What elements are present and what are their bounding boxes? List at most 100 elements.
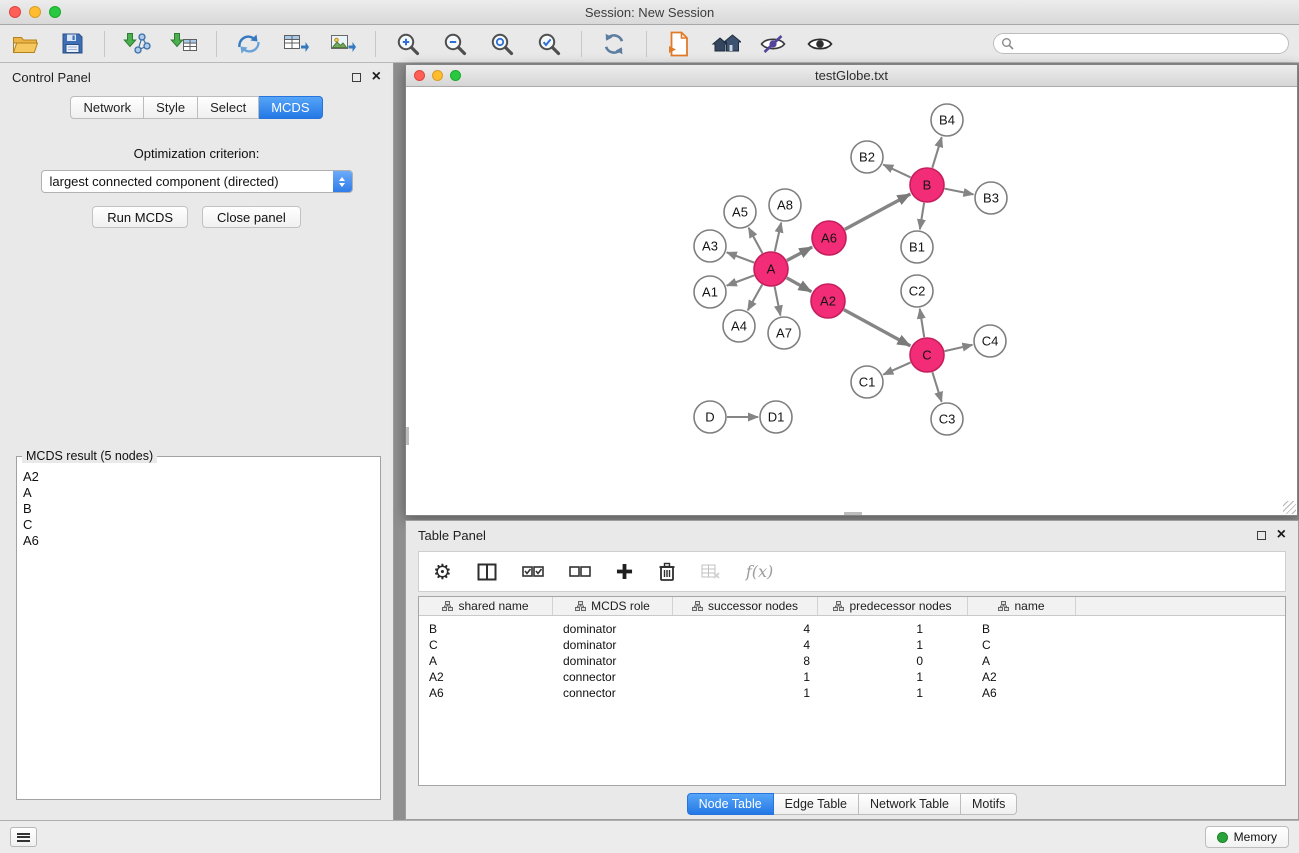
close-panel-button[interactable]: Close panel <box>202 206 301 228</box>
float-table-panel-icon[interactable] <box>1257 531 1266 540</box>
table-row[interactable]: Adominator80A <box>419 653 1285 669</box>
save-session-button[interactable] <box>57 30 87 58</box>
graph-edge-A-A1[interactable] <box>727 275 754 285</box>
graph-edge-C-C4[interactable] <box>945 345 973 351</box>
column-header-predecessor-nodes[interactable]: predecessor nodes <box>818 597 968 615</box>
graph-node-label-B: B <box>923 178 932 193</box>
graph-edge-A-A2[interactable] <box>787 278 812 292</box>
graph-edge-C-C2[interactable] <box>920 309 924 337</box>
column-header-name[interactable]: name <box>968 597 1076 615</box>
zoom-network-window-button[interactable] <box>450 70 461 81</box>
column-header-successor-nodes[interactable]: successor nodes <box>673 597 818 615</box>
show-columns-button[interactable] <box>477 563 497 581</box>
import-table-button[interactable] <box>169 30 199 58</box>
graph-edge-C-C3[interactable] <box>932 372 941 402</box>
close-window-button[interactable] <box>9 6 21 18</box>
deselect-all-button[interactable] <box>569 564 591 580</box>
graph-edge-A-A7[interactable] <box>775 287 781 316</box>
criterion-dropdown[interactable]: largest connected component (directed) <box>41 170 353 193</box>
graph-edge-C-C1[interactable] <box>883 362 910 374</box>
window-controls <box>9 6 61 18</box>
mcds-result-item[interactable]: B <box>23 501 380 517</box>
column-header-mcds-role[interactable]: MCDS role <box>553 597 673 615</box>
zoom-window-button[interactable] <box>49 6 61 18</box>
tab-edge-table[interactable]: Edge Table <box>774 793 859 815</box>
mcds-result-item[interactable]: A6 <box>23 533 380 549</box>
graph-node-label-B4: B4 <box>939 113 955 128</box>
export-table-button[interactable] <box>281 30 311 58</box>
minimize-network-window-button[interactable] <box>432 70 443 81</box>
mcds-result-item[interactable]: C <box>23 517 380 533</box>
table-row[interactable]: A6connector11A6 <box>419 685 1285 701</box>
table-row[interactable]: Cdominator41C <box>419 637 1285 653</box>
network-window-title: testGlobe.txt <box>406 68 1297 83</box>
tab-network-table[interactable]: Network Table <box>859 793 961 815</box>
graph-edge-A-A5[interactable] <box>749 228 763 253</box>
refresh-view-button[interactable] <box>599 30 629 58</box>
run-mcds-button[interactable]: Run MCDS <box>92 206 188 228</box>
table-cell: dominator <box>553 622 673 636</box>
minimize-window-button[interactable] <box>29 6 41 18</box>
status-bar: Memory <box>0 820 1299 853</box>
mcds-result-item[interactable]: A <box>23 485 380 501</box>
task-history-button[interactable] <box>10 827 37 847</box>
zoom-fit-button[interactable] <box>487 30 517 58</box>
float-panel-icon[interactable] <box>352 73 361 82</box>
network-canvas[interactable]: B4B2BB3A5A8A6B1A3AC2A1A2A4A7C4CC1C3DD1 <box>406 87 1297 515</box>
horizontal-scroll-indicator[interactable] <box>844 512 862 515</box>
tab-select[interactable]: Select <box>198 96 259 119</box>
graph-node-label-A5: A5 <box>732 205 748 220</box>
network-document-button[interactable] <box>664 30 694 58</box>
tab-network[interactable]: Network <box>70 96 144 119</box>
zoom-out-icon <box>442 31 468 57</box>
memory-button[interactable]: Memory <box>1205 826 1289 848</box>
zoom-selected-button[interactable] <box>534 30 564 58</box>
graph-edge-B-B1[interactable] <box>920 203 924 229</box>
zoom-selected-icon <box>536 31 562 57</box>
export-image-button[interactable] <box>328 30 358 58</box>
show-all-button[interactable] <box>805 30 835 58</box>
first-neighbors-button[interactable] <box>711 30 741 58</box>
graph-edge-A-A8[interactable] <box>775 223 781 252</box>
vertical-scroll-indicator[interactable] <box>406 427 409 445</box>
zoom-in-button[interactable] <box>393 30 423 58</box>
tab-node-table[interactable]: Node Table <box>687 793 774 815</box>
hide-selected-button[interactable] <box>758 30 788 58</box>
table-panel: Table Panel × ⚙ <box>405 520 1299 820</box>
resize-grip-icon[interactable] <box>1283 501 1296 514</box>
table-settings-button[interactable]: ⚙ <box>433 562 452 582</box>
toolbar-separator <box>375 31 376 57</box>
graph-edge-A-A6[interactable] <box>787 247 812 261</box>
column-header-shared-name[interactable]: shared name <box>419 597 553 615</box>
graph-edge-A2-C[interactable] <box>844 310 911 346</box>
function-builder-button[interactable]: f(x) <box>746 562 773 581</box>
graph-edge-B-B2[interactable] <box>883 165 910 178</box>
table-row[interactable]: Bdominator41B <box>419 621 1285 637</box>
graph-edge-B-B4[interactable] <box>932 137 941 168</box>
mcds-result-item[interactable]: A2 <box>23 469 380 485</box>
select-all-button[interactable] <box>522 564 544 580</box>
new-network-button[interactable] <box>234 30 264 58</box>
create-column-button[interactable] <box>616 563 633 580</box>
search-input[interactable] <box>993 33 1289 54</box>
close-network-window-button[interactable] <box>414 70 425 81</box>
graph-edge-A-A4[interactable] <box>748 285 762 311</box>
table-cell: 1 <box>818 622 968 636</box>
graph-edge-A-A3[interactable] <box>727 252 754 262</box>
open-session-button[interactable] <box>10 30 40 58</box>
delete-table-button[interactable] <box>701 563 721 581</box>
tab-style[interactable]: Style <box>144 96 198 119</box>
tab-motifs[interactable]: Motifs <box>961 793 1017 815</box>
tab-mcds[interactable]: MCDS <box>259 96 322 119</box>
delete-column-button[interactable] <box>658 562 676 582</box>
graph-edge-B-B3[interactable] <box>945 189 974 195</box>
graph-edge-A6-B[interactable] <box>845 194 911 229</box>
network-graph[interactable]: B4B2BB3A5A8A6B1A3AC2A1A2A4A7C4CC1C3DD1 <box>406 87 1297 515</box>
close-panel-icon[interactable]: × <box>372 72 381 82</box>
close-table-panel-icon[interactable]: × <box>1277 530 1286 540</box>
import-network-button[interactable] <box>122 30 152 58</box>
mcds-result-list: A2ABCA6 <box>17 457 380 549</box>
zoom-out-button[interactable] <box>440 30 470 58</box>
table-row[interactable]: A2connector11A2 <box>419 669 1285 685</box>
document-arrow-icon <box>668 31 690 57</box>
